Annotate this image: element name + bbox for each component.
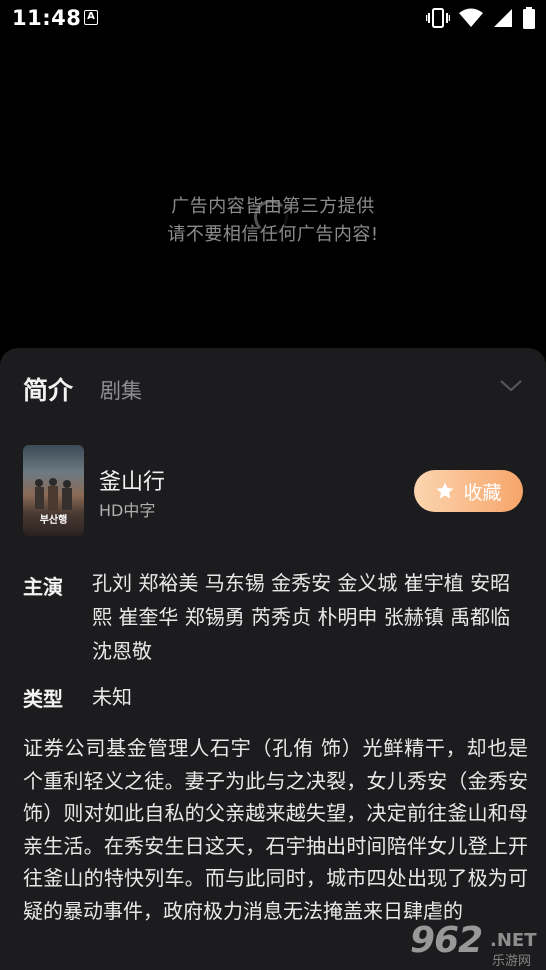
detail-sheet: 简介 剧集 부산행 釜山行 HD中字 收藏 主演 孔刘 郑裕美 马东锡 金秀安 … bbox=[0, 348, 546, 970]
watermark-main: 962 bbox=[410, 920, 483, 961]
poster-title: 부산행 bbox=[39, 515, 68, 526]
cast-label: 主演 bbox=[23, 575, 63, 599]
loading-spinner-icon bbox=[254, 200, 288, 234]
status-time: 11:48 bbox=[12, 6, 82, 30]
status-icons bbox=[426, 7, 536, 29]
watermark-sub: 乐游网 bbox=[492, 954, 532, 969]
vibrate-icon bbox=[426, 8, 450, 28]
movie-quality: HD中字 bbox=[99, 501, 156, 520]
type-value: 未知 bbox=[92, 685, 132, 709]
signal-icon bbox=[494, 9, 512, 27]
watermark-net: .NET bbox=[490, 930, 537, 951]
movie-title: 釜山行 bbox=[99, 470, 166, 495]
video-player[interactable]: 广告内容皆由第三方提供 请不要相信任何广告内容! bbox=[0, 36, 546, 356]
notification-a-icon: A bbox=[84, 10, 98, 25]
synopsis: 证券公司基金管理人石宇（孔侑 饰）光鲜精干，却也是个重利轻义之徒。妻子为此与之决… bbox=[23, 736, 528, 923]
favorite-button[interactable]: 收藏 bbox=[414, 470, 523, 512]
chevron-down-icon[interactable] bbox=[498, 376, 524, 396]
tab-episodes[interactable]: 剧集 bbox=[100, 375, 142, 405]
battery-icon bbox=[523, 7, 535, 29]
type-label: 类型 bbox=[23, 687, 63, 711]
tab-intro[interactable]: 简介 bbox=[23, 371, 73, 407]
status-bar: 11:48 A bbox=[0, 0, 546, 36]
star-icon bbox=[436, 482, 454, 499]
favorite-label: 收藏 bbox=[463, 481, 502, 504]
wifi-icon bbox=[459, 8, 483, 27]
cast-list: 孔刘 郑裕美 马东锡 金秀安 金义城 崔宇植 安昭熙 崔奎华 郑锡勇 芮秀贞 朴… bbox=[92, 571, 511, 663]
movie-poster: 부산행 bbox=[23, 445, 84, 536]
poster-figures-icon bbox=[35, 478, 72, 511]
site-watermark: 962 .NET 乐游网 bbox=[410, 918, 546, 970]
